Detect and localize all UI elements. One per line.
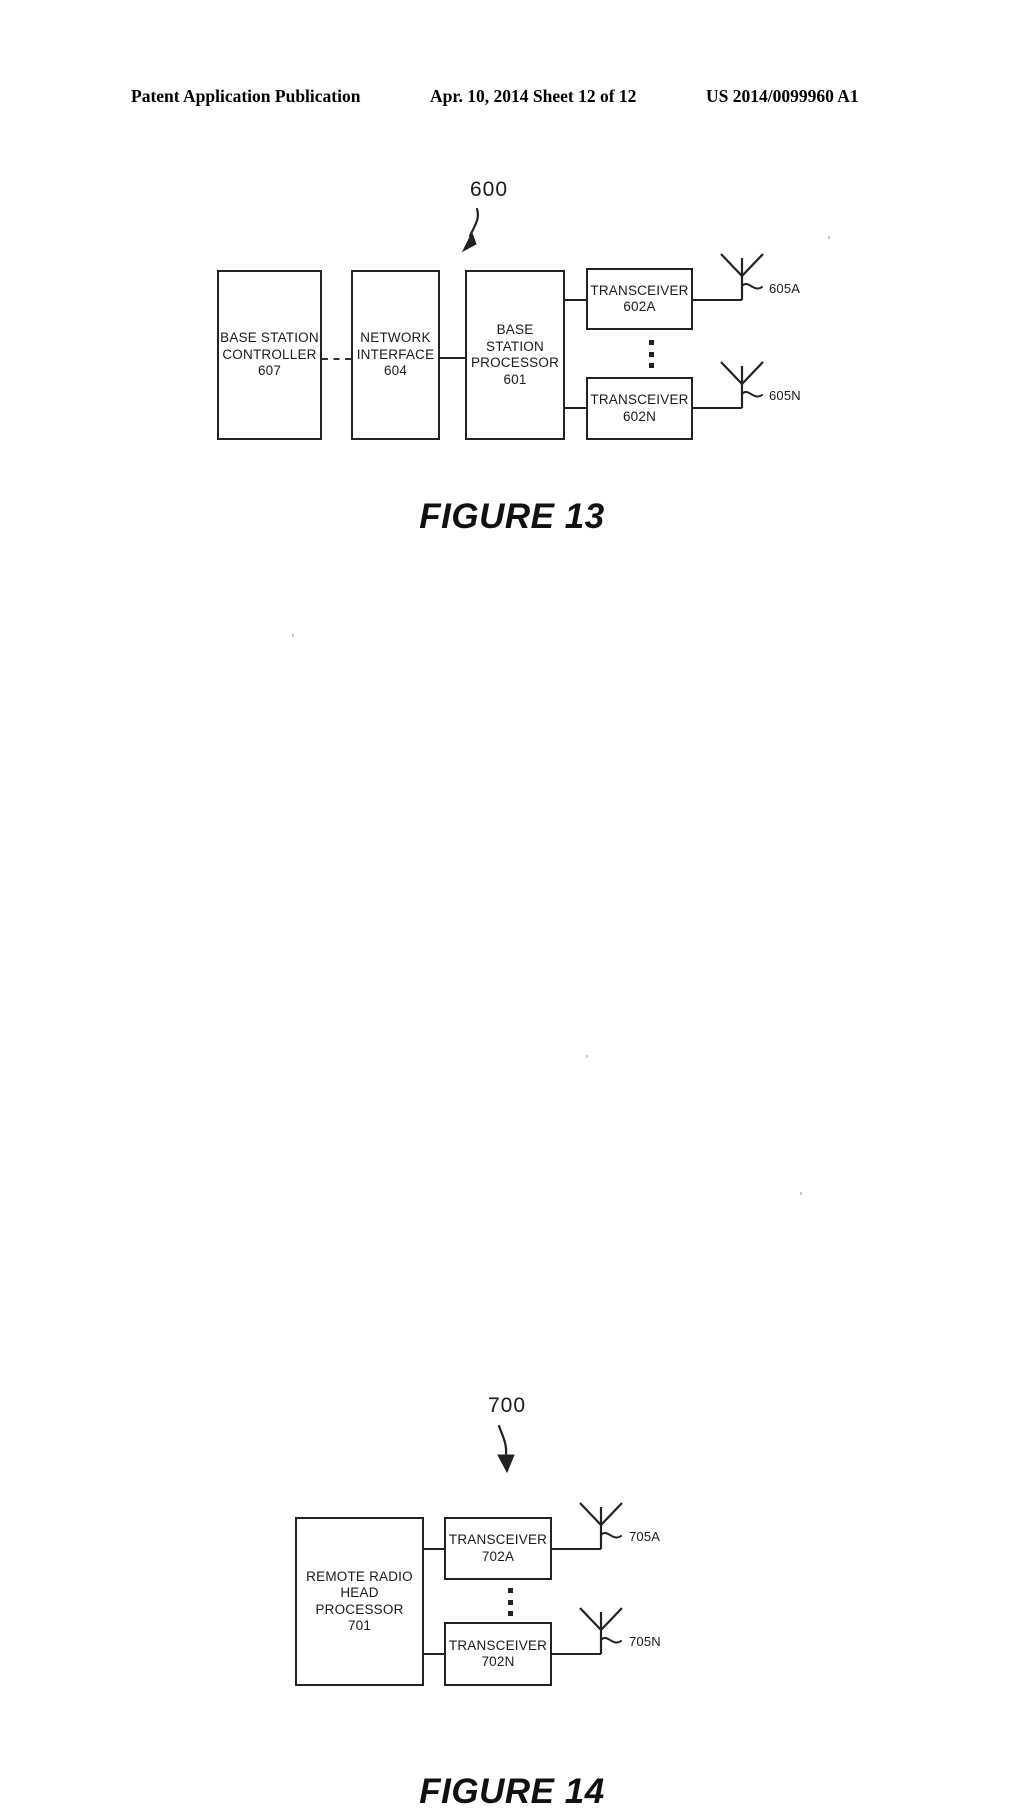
node-ref: 607 (257, 363, 282, 379)
node-line: BASE STATION (220, 330, 319, 346)
link-bsc-to-network-interface (322, 358, 351, 360)
base-station-processor-box[interactable]: BASE STATION PROCESSOR 601 (465, 270, 565, 440)
figure-14: 700 REMOTE RADIO HEAD PROCESSOR 701 TRAN… (0, 660, 1024, 1811)
link-network-interface-to-bsp (440, 357, 465, 359)
scan-speck (586, 1055, 588, 1058)
transceiver-ellipsis (649, 340, 654, 368)
network-interface-box[interactable]: NETWORK INTERFACE 604 (351, 270, 440, 440)
node-line: HEAD (340, 1585, 379, 1600)
transceiver-ellipsis (508, 1588, 513, 1616)
link-rrh-to-transceiver-702a (424, 1548, 444, 1550)
node-ref: 602N (622, 408, 657, 424)
node-ref: 702A (481, 1548, 515, 1564)
node-line: TRANSCEIVER (590, 282, 689, 298)
transceiver-602n-box[interactable]: TRANSCEIVER 602N (586, 377, 693, 440)
antenna-605a-label: 605A (769, 281, 801, 296)
antenna-605n-label: 605N (769, 388, 801, 403)
antenna-705n-icon (571, 1600, 633, 1658)
antenna-705a-icon (571, 1495, 633, 1553)
antenna-605n-icon (712, 354, 774, 412)
transceiver-702a-box[interactable]: TRANSCEIVER 702A (444, 1517, 552, 1580)
lead-arrow-icon (455, 205, 501, 261)
node-line: TRANSCEIVER (590, 392, 689, 407)
antenna-705a-label: 705A (629, 1529, 661, 1544)
node-line: BASE (496, 322, 534, 337)
node-line: STATION (486, 338, 544, 354)
node-line: REMOTE RADIO (306, 1568, 413, 1584)
remote-radio-head-processor-box[interactable]: REMOTE RADIO HEAD PROCESSOR 701 (295, 1517, 424, 1686)
link-bsp-to-transceiver-602a (565, 299, 586, 301)
lead-arrow-icon (483, 1422, 529, 1478)
scan-speck (800, 1192, 802, 1195)
transceiver-602a-box[interactable]: TRANSCEIVER 602A (586, 268, 693, 330)
node-ref: 604 (383, 363, 408, 379)
scan-speck (292, 634, 294, 637)
figure-14-caption: FIGURE 14 (419, 1772, 605, 1811)
node-line: NETWORK (360, 330, 431, 346)
node-line: PROCESSOR (470, 355, 560, 370)
node-line: TRANSCEIVER (448, 1637, 548, 1653)
node-ref: 601 (503, 371, 527, 387)
node-ref: 702N (481, 1654, 515, 1669)
node-line: PROCESSOR (315, 1601, 404, 1617)
system-reference-600: 600 (470, 178, 509, 201)
antenna-605a-icon (712, 246, 774, 304)
base-station-controller-box[interactable]: BASE STATION CONTROLLER 607 (217, 270, 322, 440)
link-bsp-to-transceiver-602n (565, 407, 586, 409)
node-line: CONTROLLER (222, 346, 317, 362)
node-ref: 602A (623, 299, 656, 314)
transceiver-702n-box[interactable]: TRANSCEIVER 702N (444, 1622, 552, 1686)
node-ref: 701 (347, 1618, 372, 1633)
link-rrh-to-transceiver-702n (424, 1653, 444, 1655)
node-line: TRANSCEIVER (448, 1532, 548, 1547)
antenna-705n-label: 705N (629, 1634, 661, 1649)
scan-speck (828, 236, 830, 239)
node-line: INTERFACE (356, 346, 435, 362)
system-reference-700: 700 (488, 1394, 527, 1417)
figure-13: 600 BASE STATION CONTROLLER 607 NETWORK … (0, 0, 1024, 660)
figure-13-caption: FIGURE 13 (419, 497, 605, 536)
